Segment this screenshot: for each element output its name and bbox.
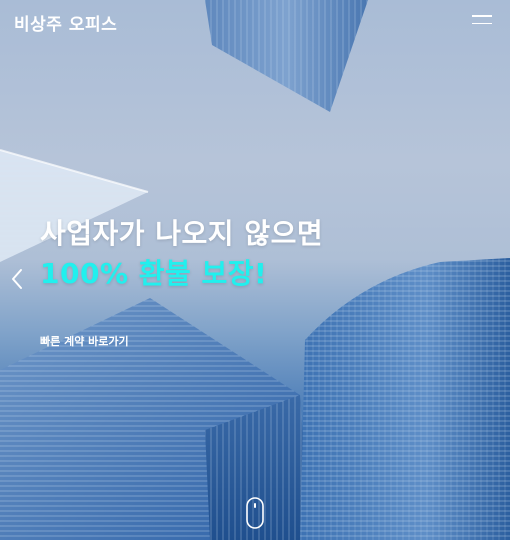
site-header: 비상주 오피스	[0, 0, 510, 42]
mouse-scroll-icon[interactable]	[246, 497, 264, 529]
site-logo[interactable]: 비상주 오피스	[14, 10, 117, 35]
hamburger-menu-icon[interactable]	[472, 15, 494, 27]
menu-line	[472, 15, 492, 17]
chevron-left-icon[interactable]	[6, 266, 28, 292]
hero-subheadline: 100% 환불 보장!	[40, 257, 268, 290]
hero-headline: 사업자가 나오지 않으면	[40, 217, 324, 250]
hero-section: 비상주 오피스 사업자가 나오지 않으면 100% 환불 보장! 빠른 계약 바…	[0, 0, 510, 540]
menu-line	[472, 22, 492, 24]
quick-contract-link[interactable]: 빠른 계약 바로가기	[40, 333, 129, 349]
